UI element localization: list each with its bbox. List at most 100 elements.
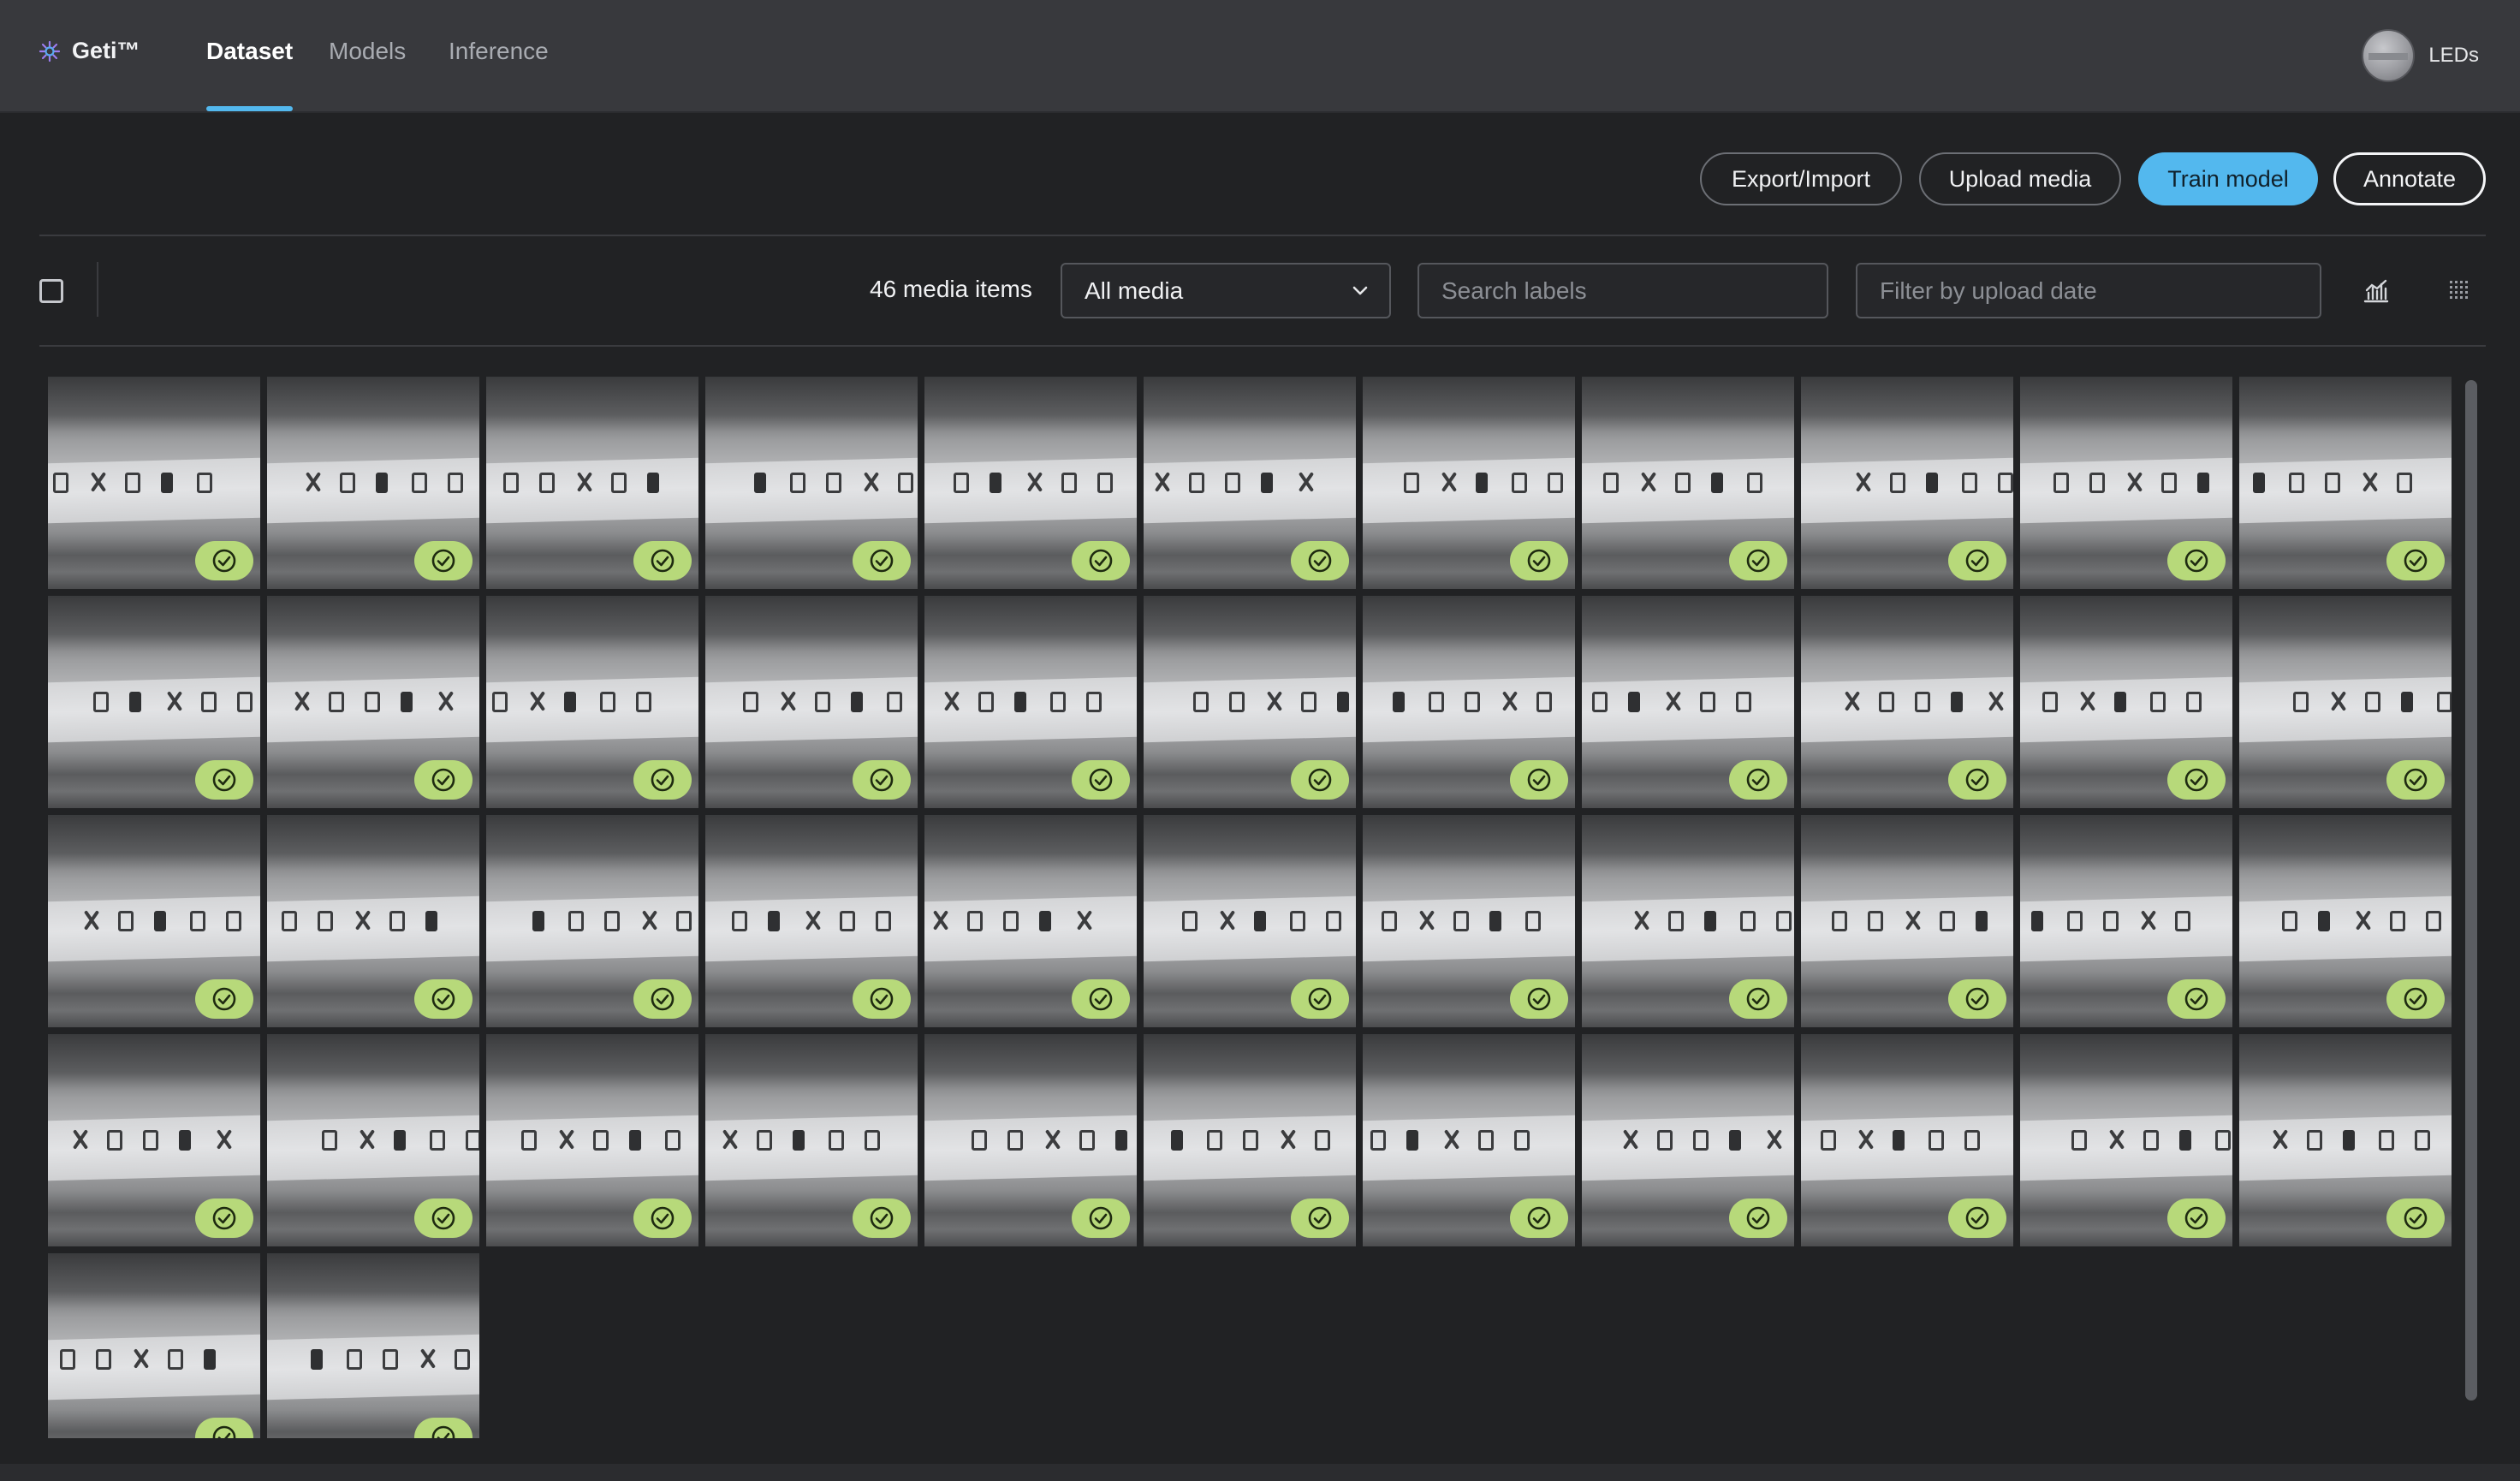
brand[interactable]: Geti™ — [38, 38, 140, 64]
media-thumbnail[interactable] — [1801, 377, 2013, 589]
led-component — [2125, 473, 2144, 491]
media-thumbnail[interactable] — [486, 1034, 698, 1246]
led-component — [1879, 692, 1894, 712]
annotated-badge — [1072, 1198, 1130, 1238]
media-thumbnail[interactable] — [1582, 377, 1794, 589]
led-component — [1704, 911, 1716, 931]
media-thumbnail[interactable] — [705, 596, 918, 808]
project-avatar[interactable] — [2362, 29, 2416, 82]
media-thumbnail[interactable] — [1801, 1034, 2013, 1246]
media-thumbnail[interactable] — [1801, 596, 2013, 808]
led-component — [1039, 911, 1051, 931]
annotated-badge — [633, 979, 692, 1019]
led-component — [347, 1349, 362, 1370]
media-thumbnail[interactable] — [924, 596, 1137, 808]
media-thumbnail[interactable] — [1144, 596, 1356, 808]
led-component — [190, 911, 205, 931]
led-component — [754, 473, 766, 493]
media-thumbnail[interactable] — [1144, 377, 1356, 589]
media-thumbnail[interactable] — [2020, 1034, 2232, 1246]
led-component — [358, 1130, 377, 1149]
media-thumbnail[interactable] — [705, 1034, 918, 1246]
media-thumbnail[interactable] — [1582, 815, 1794, 1027]
media-thumbnail[interactable] — [267, 815, 479, 1027]
select-all-checkbox[interactable] — [39, 279, 63, 303]
media-thumbnail[interactable] — [1582, 596, 1794, 808]
led-component — [1603, 473, 1619, 493]
media-thumbnail[interactable] — [1363, 815, 1575, 1027]
media-thumbnail[interactable] — [2239, 377, 2452, 589]
led-component — [2354, 911, 2373, 930]
media-thumbnail[interactable] — [705, 377, 918, 589]
media-filter-select[interactable]: All media — [1061, 263, 1391, 318]
led-component — [1171, 1130, 1183, 1151]
media-thumbnail[interactable] — [2239, 596, 2452, 808]
project-menu[interactable]: LEDs — [2362, 29, 2479, 82]
annotated-badge — [195, 541, 253, 580]
media-thumbnail[interactable] — [486, 596, 698, 808]
led-component — [1465, 692, 1480, 712]
led-component — [1050, 692, 1066, 712]
media-thumbnail[interactable] — [48, 377, 260, 589]
led-component — [412, 473, 427, 493]
media-thumbnail[interactable] — [48, 596, 260, 808]
led-component — [1225, 473, 1240, 493]
media-thumbnail[interactable] — [1363, 1034, 1575, 1246]
brand-name: Geti™ — [72, 38, 140, 63]
media-thumbnail[interactable] — [924, 815, 1137, 1027]
search-labels-input[interactable] — [1418, 263, 1828, 318]
media-thumbnail[interactable] — [924, 1034, 1137, 1246]
media-thumbnail[interactable] — [2020, 377, 2232, 589]
tab-models[interactable]: Models — [329, 38, 406, 111]
led-component — [503, 473, 519, 493]
led-component — [329, 692, 344, 712]
media-thumbnail[interactable] — [48, 815, 260, 1027]
annotate-button[interactable]: Annotate — [2333, 152, 2486, 205]
media-thumbnail[interactable] — [48, 1034, 260, 1246]
check-circle-icon — [1746, 1206, 1770, 1230]
grid-view-icon[interactable] — [2445, 276, 2474, 305]
media-thumbnail[interactable] — [267, 377, 479, 589]
media-thumbnail[interactable] — [2239, 815, 2452, 1027]
upload-date-filter-input[interactable] — [1856, 263, 2321, 318]
media-thumbnail[interactable] — [267, 1253, 479, 1438]
annotated-badge — [1291, 541, 1349, 580]
led-component — [2103, 911, 2119, 931]
tab-dataset[interactable]: Dataset — [206, 38, 294, 111]
media-thumbnail[interactable] — [486, 815, 698, 1027]
media-thumbnail[interactable] — [924, 377, 1137, 589]
chart-icon[interactable] — [2362, 276, 2391, 305]
media-thumbnail[interactable] — [2020, 815, 2232, 1027]
scrollbar-thumb[interactable] — [2465, 380, 2477, 1401]
media-thumbnail[interactable] — [1801, 815, 2013, 1027]
check-circle-icon — [1527, 768, 1551, 792]
media-thumbnail[interactable] — [267, 1034, 479, 1246]
led-strip-image — [705, 457, 918, 524]
media-thumbnail[interactable] — [705, 815, 918, 1027]
media-thumbnail[interactable] — [2020, 596, 2232, 808]
led-component — [593, 1130, 609, 1151]
media-thumbnail[interactable] — [48, 1253, 260, 1438]
train-model-button[interactable]: Train model — [2138, 152, 2318, 205]
tab-inference[interactable]: Inference — [449, 38, 549, 111]
media-thumbnail[interactable] — [1363, 596, 1575, 808]
scrollbar[interactable] — [2462, 377, 2481, 1438]
media-thumbnail[interactable] — [2239, 1034, 2452, 1246]
led-component — [1964, 1130, 1980, 1151]
media-thumbnail[interactable] — [1582, 1034, 1794, 1246]
media-thumbnail[interactable] — [1144, 815, 1356, 1027]
led-component — [1940, 911, 1955, 931]
led-component — [1693, 1130, 1709, 1151]
export-import-button[interactable]: Export/Import — [1700, 152, 1902, 205]
led-component — [304, 473, 323, 491]
led-strip-image — [267, 895, 479, 962]
media-thumbnail[interactable] — [486, 377, 698, 589]
led-strip-image — [1144, 457, 1356, 524]
led-component — [2215, 1130, 2231, 1151]
media-thumbnail[interactable] — [1363, 377, 1575, 589]
media-thumbnail[interactable] — [267, 596, 479, 808]
media-thumbnail[interactable] — [1144, 1034, 1356, 1246]
upload-media-button[interactable]: Upload media — [1919, 152, 2121, 205]
led-component — [2071, 1130, 2087, 1151]
led-strip-image — [2239, 895, 2452, 962]
